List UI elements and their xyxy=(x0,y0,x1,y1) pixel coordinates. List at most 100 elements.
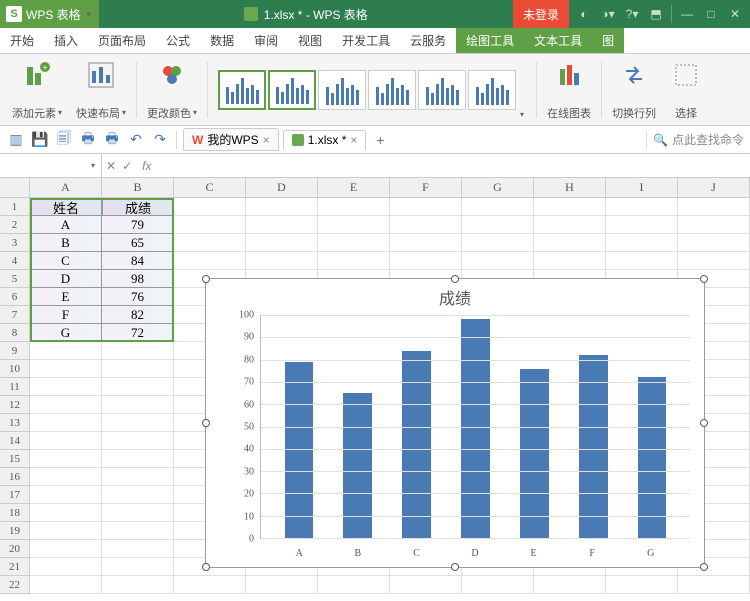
cell[interactable] xyxy=(30,522,102,540)
cell[interactable]: G xyxy=(30,324,102,342)
chart-style-4[interactable] xyxy=(368,70,416,110)
formula-input[interactable] xyxy=(157,154,750,177)
cell[interactable] xyxy=(678,216,750,234)
cell[interactable]: 成绩 xyxy=(102,198,174,216)
column-header[interactable]: E xyxy=(318,178,390,198)
tab-chart[interactable]: 图 xyxy=(592,28,624,53)
cell[interactable] xyxy=(390,198,462,216)
cell[interactable] xyxy=(102,360,174,378)
cell[interactable] xyxy=(174,576,246,594)
resize-handle-ne[interactable] xyxy=(700,275,708,283)
cell[interactable] xyxy=(678,252,750,270)
gallery-expand-icon[interactable]: ▾ xyxy=(518,108,526,121)
login-badge[interactable]: 未登录 xyxy=(513,0,569,28)
cell[interactable] xyxy=(534,198,606,216)
tab-formula[interactable]: 公式 xyxy=(156,28,200,53)
print-icon[interactable]: 🖶 xyxy=(78,130,98,150)
tab-cloud[interactable]: 云服务 xyxy=(400,28,456,53)
cell[interactable] xyxy=(174,252,246,270)
chart-style-1[interactable] xyxy=(218,70,266,110)
row-header[interactable]: 18 xyxy=(0,504,30,522)
row-header[interactable]: 12 xyxy=(0,396,30,414)
cell[interactable] xyxy=(390,576,462,594)
feedback-icon[interactable]: ◑▾ xyxy=(597,3,619,25)
cell[interactable]: C xyxy=(30,252,102,270)
resize-handle-n[interactable] xyxy=(451,275,459,283)
app-menu[interactable]: S WPS 表格 ▼ xyxy=(0,0,99,28)
chart-bar[interactable] xyxy=(461,319,490,538)
row-header[interactable]: 6 xyxy=(0,288,30,306)
row-header[interactable]: 5 xyxy=(0,270,30,288)
file-tab[interactable]: 1.xlsx * × xyxy=(283,130,367,150)
chart-plot-area[interactable] xyxy=(260,315,690,539)
cell[interactable] xyxy=(534,216,606,234)
cell[interactable] xyxy=(462,198,534,216)
cell[interactable] xyxy=(534,576,606,594)
cell[interactable] xyxy=(606,576,678,594)
select-button[interactable]: 选择 xyxy=(664,57,708,123)
cell[interactable] xyxy=(30,450,102,468)
help-icon[interactable]: ?▾ xyxy=(621,3,643,25)
row-header[interactable]: 2 xyxy=(0,216,30,234)
cell[interactable] xyxy=(678,198,750,216)
cell[interactable] xyxy=(462,216,534,234)
cell[interactable] xyxy=(102,468,174,486)
cell[interactable] xyxy=(102,522,174,540)
tab-pagelayout[interactable]: 页面布局 xyxy=(88,28,156,53)
mywps-tab[interactable]: W 我的WPS × xyxy=(183,128,279,151)
tab-data[interactable]: 数据 xyxy=(200,28,244,53)
confirm-icon[interactable]: ✓ xyxy=(122,159,132,173)
cell[interactable]: 98 xyxy=(102,270,174,288)
cell[interactable]: E xyxy=(30,288,102,306)
cell[interactable] xyxy=(102,558,174,576)
skin-icon[interactable]: ◐ xyxy=(573,3,595,25)
row-header[interactable]: 14 xyxy=(0,432,30,450)
cell[interactable] xyxy=(678,234,750,252)
row-header[interactable]: 10 xyxy=(0,360,30,378)
print-preview-icon[interactable]: 🗐 xyxy=(54,130,74,150)
cell[interactable] xyxy=(30,396,102,414)
cell[interactable]: 72 xyxy=(102,324,174,342)
cell[interactable]: 76 xyxy=(102,288,174,306)
row-header[interactable]: 11 xyxy=(0,378,30,396)
cell[interactable] xyxy=(534,252,606,270)
cell[interactable] xyxy=(30,468,102,486)
tab-start[interactable]: 开始 xyxy=(0,28,44,53)
row-header[interactable]: 21 xyxy=(0,558,30,576)
chart-style-3[interactable] xyxy=(318,70,366,110)
chart-bar[interactable] xyxy=(520,369,549,538)
cell[interactable] xyxy=(606,198,678,216)
cell[interactable]: 79 xyxy=(102,216,174,234)
cell[interactable] xyxy=(102,576,174,594)
cancel-icon[interactable]: ✕ xyxy=(106,159,116,173)
row-header[interactable]: 4 xyxy=(0,252,30,270)
cell[interactable] xyxy=(318,576,390,594)
row-header[interactable]: 8 xyxy=(0,324,30,342)
chart-bar[interactable] xyxy=(402,351,431,538)
cell[interactable] xyxy=(174,198,246,216)
close-icon[interactable]: ✕ xyxy=(724,3,746,25)
cell[interactable] xyxy=(390,252,462,270)
cell[interactable] xyxy=(30,540,102,558)
tab-insert[interactable]: 插入 xyxy=(44,28,88,53)
cell[interactable] xyxy=(30,414,102,432)
cell[interactable] xyxy=(102,378,174,396)
resize-handle-s[interactable] xyxy=(451,563,459,571)
quick-layout-button[interactable]: 快速布局▾ xyxy=(70,57,132,123)
row-header[interactable]: 9 xyxy=(0,342,30,360)
cell[interactable] xyxy=(30,504,102,522)
resize-handle-se[interactable] xyxy=(700,563,708,571)
cell[interactable] xyxy=(174,216,246,234)
cell[interactable] xyxy=(534,234,606,252)
cell[interactable] xyxy=(174,234,246,252)
close-tab-icon[interactable]: × xyxy=(350,133,357,147)
cell[interactable] xyxy=(318,234,390,252)
cell[interactable]: D xyxy=(30,270,102,288)
cell[interactable]: 84 xyxy=(102,252,174,270)
cell[interactable] xyxy=(246,234,318,252)
row-header[interactable]: 13 xyxy=(0,414,30,432)
column-header[interactable]: G xyxy=(462,178,534,198)
cell[interactable] xyxy=(246,576,318,594)
cell[interactable] xyxy=(102,396,174,414)
row-header[interactable]: 16 xyxy=(0,468,30,486)
